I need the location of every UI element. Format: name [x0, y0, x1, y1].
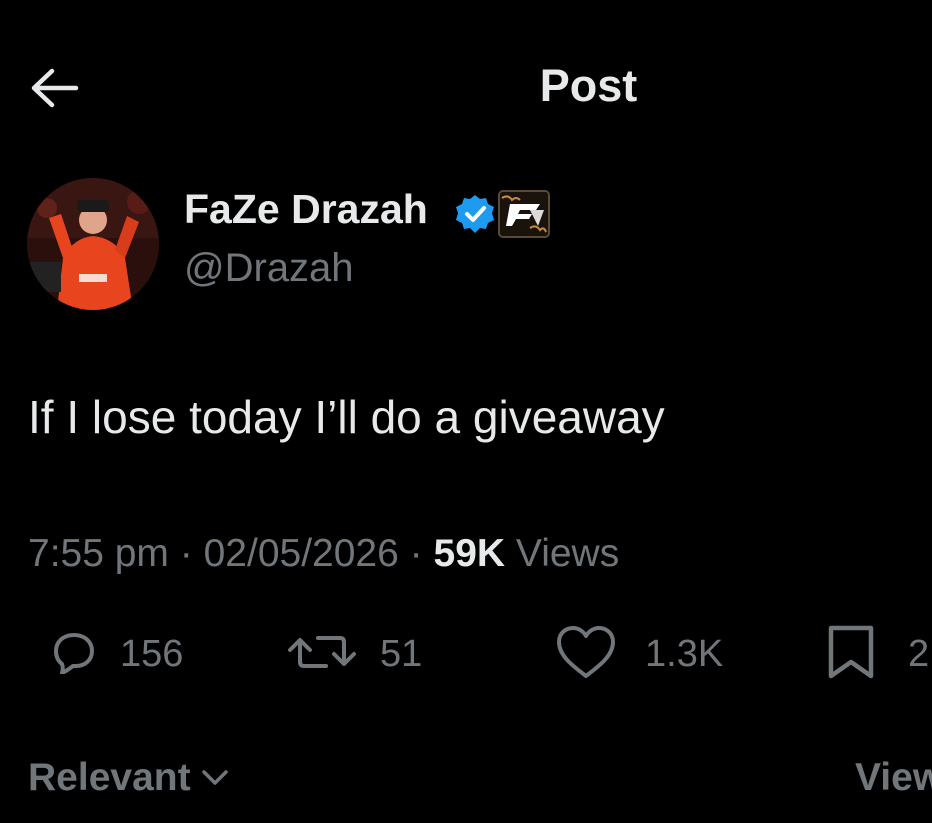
bookmark-icon [826, 624, 876, 685]
page-title: Post [539, 60, 638, 111]
bookmark-button[interactable]: 2 [826, 622, 929, 686]
sort-label: Relevant [28, 756, 191, 799]
reply-count: 156 [120, 632, 184, 675]
repost-icon [286, 630, 358, 679]
sort-replies-dropdown[interactable]: Relevant [28, 756, 229, 800]
post-metadata: 7:55 pm · 02/05/2026 · 59K Views [28, 532, 619, 576]
like-count: 1.3K [645, 632, 724, 675]
avatar[interactable] [27, 178, 159, 310]
bookmark-count: 2 [908, 632, 930, 675]
repost-count: 51 [380, 632, 423, 675]
like-button[interactable]: 1.3K [555, 622, 723, 686]
post-time[interactable]: 7:55 pm [28, 532, 169, 575]
chevron-down-icon [201, 768, 229, 788]
reply-button[interactable]: 156 [52, 622, 183, 686]
heart-icon [555, 624, 617, 685]
repost-button[interactable]: 51 [286, 622, 422, 686]
faze-affiliate-badge-icon[interactable] [498, 190, 550, 238]
post-text: If I lose today I’ll do a giveaway [28, 391, 665, 443]
reply-icon [52, 630, 96, 679]
post-date[interactable]: 02/05/2026 [204, 532, 399, 575]
verified-badge-icon[interactable] [454, 193, 496, 235]
author-display-name[interactable]: FaZe Drazah [184, 186, 428, 233]
views-label: Views [515, 532, 620, 575]
author-handle[interactable]: @Drazah [184, 246, 354, 291]
meta-separator: · [409, 532, 423, 575]
view-quotes-link[interactable]: View [855, 756, 932, 800]
meta-separator: · [179, 532, 193, 575]
views-count: 59K [433, 532, 506, 575]
